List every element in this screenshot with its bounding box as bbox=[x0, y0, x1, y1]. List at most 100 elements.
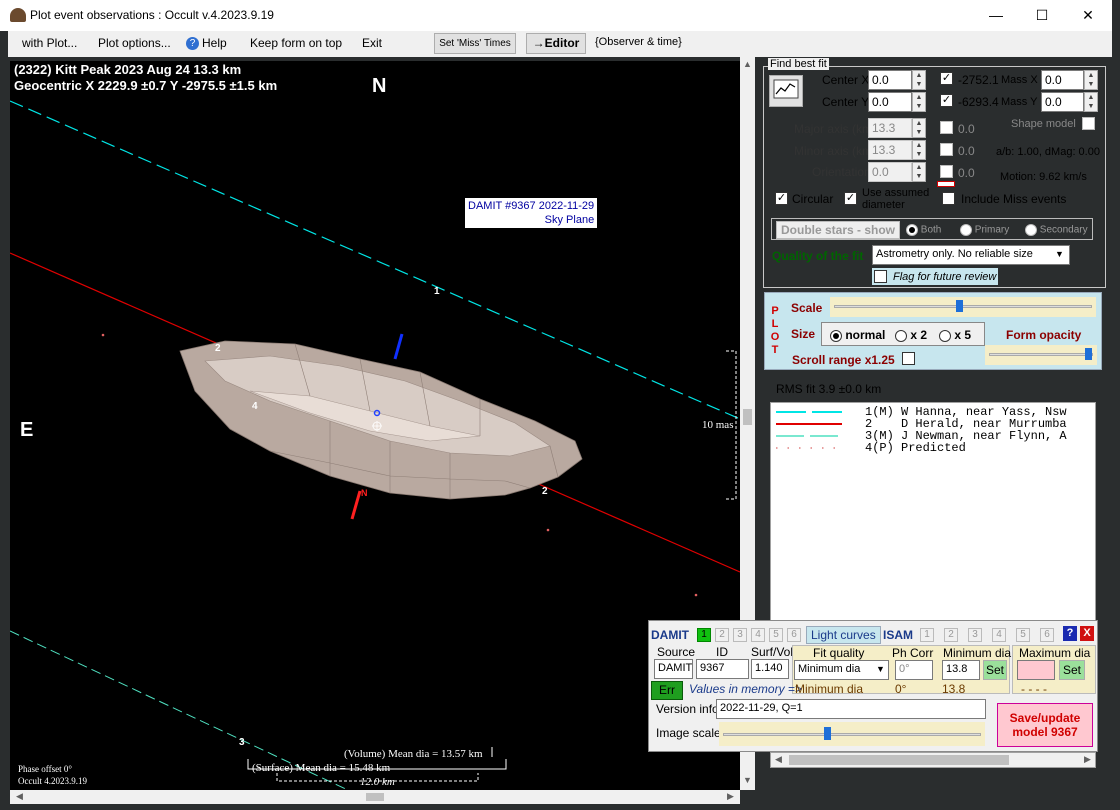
primary-radio[interactable] bbox=[960, 224, 972, 236]
err-button[interactable]: Err bbox=[651, 681, 683, 700]
image-scale-thumb[interactable] bbox=[823, 727, 831, 740]
use-assumed-diameter-checkbox[interactable]: ✓ bbox=[844, 192, 857, 205]
mass-y-field[interactable]: 0.0 bbox=[1041, 92, 1084, 112]
isam-model-4-button[interactable]: 4 bbox=[992, 628, 1006, 642]
save-update-model-button[interactable]: Save/update model 9367 bbox=[997, 703, 1093, 747]
minor-axis-field[interactable]: 13.3 bbox=[868, 140, 912, 160]
size-x5-option[interactable]: x 5 bbox=[939, 328, 971, 342]
secondary-radio[interactable] bbox=[1025, 224, 1037, 236]
id-field[interactable]: 9367 bbox=[696, 659, 749, 679]
damit-help-button[interactable]: ? bbox=[1063, 626, 1077, 641]
flag-review-checkbox[interactable] bbox=[874, 270, 887, 283]
legend-row[interactable]: 4(P) Predicted bbox=[771, 441, 1095, 455]
isam-model-6-button[interactable]: 6 bbox=[1040, 628, 1054, 642]
version-info-field[interactable]: 2022-11-29, Q=1 bbox=[716, 699, 986, 719]
legend-scroll-thumb[interactable] bbox=[789, 755, 1009, 765]
quality-of-fit-select[interactable]: Astrometry only. No reliable size bbox=[872, 245, 1070, 265]
isam-model-1-button[interactable]: 1 bbox=[920, 628, 934, 642]
mass-x-spinner[interactable]: ▲ ▼ bbox=[1084, 70, 1098, 90]
menu-with-plot[interactable]: with Plot... bbox=[22, 36, 77, 50]
scroll-down-arrow[interactable]: ▼ bbox=[740, 775, 755, 785]
scale-slider-thumb[interactable] bbox=[956, 300, 963, 312]
damit-model-4-button[interactable]: 4 bbox=[751, 628, 765, 642]
light-curves-button[interactable]: Light curves bbox=[806, 626, 881, 644]
mass-y-spinner[interactable]: ▲ ▼ bbox=[1084, 92, 1098, 112]
scroll-range-checkbox[interactable] bbox=[902, 352, 915, 365]
size-x5-radio[interactable] bbox=[939, 329, 951, 342]
opacity-slider[interactable] bbox=[985, 345, 1097, 365]
center-x-spinner[interactable]: ▲ ▼ bbox=[912, 70, 926, 90]
legend-scroll-left[interactable]: ◀ bbox=[771, 754, 786, 765]
menu-plot-options[interactable]: Plot options... bbox=[98, 36, 171, 50]
major-axis-field[interactable]: 13.3 bbox=[868, 118, 912, 138]
double-stars-both[interactable]: Both bbox=[906, 224, 941, 236]
scroll-left-arrow[interactable]: ◀ bbox=[12, 791, 27, 802]
image-scale-slider[interactable] bbox=[719, 722, 985, 746]
scroll-thumb[interactable] bbox=[743, 409, 752, 425]
double-stars-button[interactable]: Double stars - show bbox=[776, 221, 901, 239]
major-axis-checkbox[interactable] bbox=[940, 121, 953, 134]
double-stars-secondary[interactable]: Secondary bbox=[1025, 224, 1088, 236]
orientation-spinner[interactable]: ▲ ▼ bbox=[912, 162, 926, 182]
fit-quality-chevron-icon[interactable]: ▼ bbox=[876, 664, 885, 674]
circular-checkbox[interactable]: ✓ bbox=[775, 192, 788, 205]
both-radio[interactable] bbox=[906, 224, 918, 236]
isam-model-3-button[interactable]: 3 bbox=[968, 628, 982, 642]
close-button[interactable]: ✕ bbox=[1065, 0, 1111, 31]
x-checkbox[interactable]: ✓ bbox=[940, 72, 953, 85]
help-icon: ? bbox=[186, 37, 199, 51]
minimize-button[interactable]: — bbox=[973, 0, 1019, 31]
plot-horizontal-scrollbar[interactable]: ◀ ▶ bbox=[10, 790, 740, 804]
set-max-dia-button[interactable]: Set bbox=[1059, 660, 1085, 680]
set-min-dia-button[interactable]: Set bbox=[983, 660, 1007, 680]
ph-corr-field[interactable]: 0° bbox=[895, 660, 933, 680]
opacity-slider-thumb[interactable] bbox=[1085, 348, 1092, 360]
scroll-up-arrow[interactable]: ▲ bbox=[740, 59, 755, 69]
legend-hscrollbar[interactable]: ◀ ▶ bbox=[770, 752, 1096, 768]
size-normal-radio[interactable] bbox=[830, 329, 842, 342]
shape-model-checkbox[interactable] bbox=[1082, 117, 1095, 130]
y-checkbox[interactable]: ✓ bbox=[940, 94, 953, 107]
source-field[interactable]: DAMIT bbox=[654, 659, 693, 679]
center-y-spinner[interactable]: ▲ ▼ bbox=[912, 92, 926, 112]
set-miss-times-button[interactable]: Set 'Miss' Times bbox=[434, 33, 516, 54]
damit-model-6-button[interactable]: 6 bbox=[787, 628, 801, 642]
find-best-fit-button[interactable] bbox=[769, 75, 803, 107]
max-dia-field[interactable] bbox=[1017, 660, 1055, 680]
maximize-button[interactable]: ☐ bbox=[1019, 0, 1065, 31]
size-x2-radio[interactable] bbox=[895, 329, 907, 342]
menu-exit[interactable]: Exit bbox=[362, 36, 382, 50]
surfvol-field[interactable]: 1.140 bbox=[751, 659, 789, 679]
min-dia-field[interactable]: 13.8 bbox=[942, 660, 980, 680]
scroll-right-arrow[interactable]: ▶ bbox=[723, 791, 738, 802]
fit-quality-select[interactable]: Minimum dia bbox=[794, 660, 889, 680]
damit-model-3-button[interactable]: 3 bbox=[733, 628, 747, 642]
minor-axis-checkbox[interactable] bbox=[940, 143, 953, 156]
legend-scroll-right[interactable]: ▶ bbox=[1080, 754, 1095, 765]
damit-close-button[interactable]: X bbox=[1080, 626, 1094, 641]
event-plot[interactable]: (2322) Kitt Peak 2023 Aug 24 13.3 km Geo… bbox=[10, 61, 740, 791]
size-x2-option[interactable]: x 2 bbox=[895, 328, 927, 342]
damit-model-5-button[interactable]: 5 bbox=[769, 628, 783, 642]
minor-axis-spinner[interactable]: ▲ ▼ bbox=[912, 140, 926, 160]
isam-model-5-button[interactable]: 5 bbox=[1016, 628, 1030, 642]
damit-model-2-button[interactable]: 2 bbox=[715, 628, 729, 642]
center-y-field[interactable]: 0.0 bbox=[868, 92, 912, 112]
hscroll-thumb[interactable] bbox=[366, 793, 384, 801]
quality-dropdown-chevron-icon[interactable]: ▼ bbox=[1055, 249, 1064, 259]
mass-x-field[interactable]: 0.0 bbox=[1041, 70, 1084, 90]
size-normal-option[interactable]: normal bbox=[830, 328, 885, 342]
damit-model-1-button[interactable]: 1 bbox=[697, 628, 711, 642]
include-miss-checkbox[interactable] bbox=[942, 192, 955, 205]
isam-model-2-button[interactable]: 2 bbox=[944, 628, 958, 642]
menu-keep-on-top[interactable]: Keep form on top bbox=[250, 36, 342, 50]
damit-panel: DAMIT 123456 Light curves ISAM 123456 ? … bbox=[648, 620, 1098, 752]
double-stars-primary[interactable]: Primary bbox=[960, 224, 1009, 236]
orientation-checkbox[interactable] bbox=[940, 165, 953, 178]
editor-button[interactable]: →Editor bbox=[526, 33, 586, 54]
menu-help[interactable]: ? Help bbox=[186, 36, 227, 51]
orientation-field[interactable]: 0.0 bbox=[868, 162, 912, 182]
center-x-field[interactable]: 0.0 bbox=[868, 70, 912, 90]
major-axis-spinner[interactable]: ▲ ▼ bbox=[912, 118, 926, 138]
scale-slider[interactable] bbox=[830, 297, 1096, 317]
